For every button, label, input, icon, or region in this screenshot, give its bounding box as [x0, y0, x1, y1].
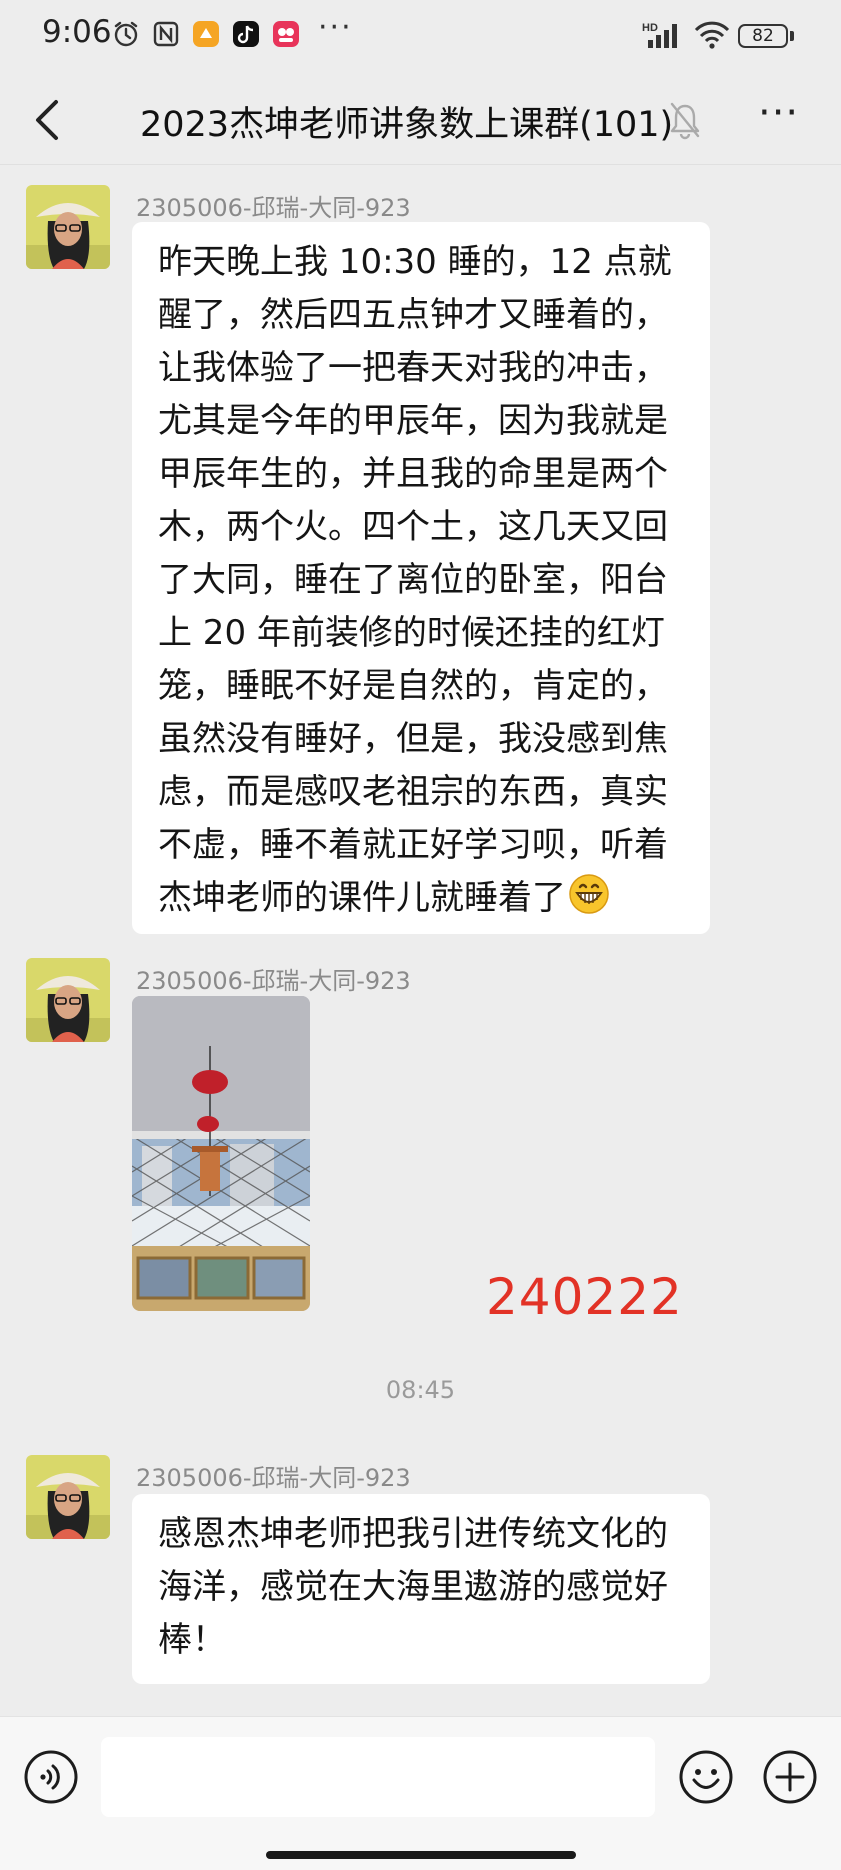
tiktok-icon: [233, 21, 259, 47]
wifi-icon: [694, 21, 730, 49]
avatar[interactable]: [26, 958, 110, 1042]
sender-name: 2305006-邱瑞-大同-923: [136, 967, 411, 995]
status-more: ···: [318, 10, 353, 45]
message-bubble[interactable]: 感恩杰坤老师把我引进传统文化的海洋，感觉在大海里遨游的感觉好棒！: [132, 1494, 710, 1684]
chat-title[interactable]: 2023杰坤老师讲象数上课群(101): [140, 96, 673, 147]
status-time: 9:06: [42, 14, 112, 50]
message-input[interactable]: [101, 1737, 655, 1817]
sender-name: 2305006-邱瑞-大同-923: [136, 194, 411, 222]
sender-name: 2305006-邱瑞-大同-923: [136, 1464, 411, 1492]
header-divider: [0, 164, 841, 165]
message-text: 感恩杰坤老师把我引进传统文化的海洋，感觉在大海里遨游的感觉好棒！: [158, 1514, 668, 1660]
nfc-icon: [153, 21, 179, 47]
bell-muted-icon: [670, 102, 700, 140]
app-icon-red: [273, 21, 299, 47]
photo-message[interactable]: [132, 996, 310, 1311]
avatar[interactable]: [26, 1455, 110, 1539]
app-icon-orange: [193, 21, 219, 47]
battery-icon: 82: [738, 24, 788, 48]
signal-icon: HD: [642, 22, 677, 48]
chat-header: 2023杰坤老师讲象数上课群(101) ···: [0, 76, 841, 166]
home-indicator[interactable]: [266, 1851, 576, 1859]
message-text: 昨天晚上我 10:30 睡的，12 点就醒了，然后四五点钟才又睡着的，让我体验了…: [158, 242, 672, 918]
alarm-icon: [114, 21, 138, 47]
avatar[interactable]: [26, 185, 110, 269]
date-stamp: 240222: [486, 1268, 683, 1326]
more-icon[interactable]: ···: [758, 90, 799, 136]
grinning-face-icon: [569, 874, 609, 914]
message-bubble[interactable]: 昨天晚上我 10:30 睡的，12 点就醒了，然后四五点钟才又睡着的，让我体验了…: [132, 222, 710, 934]
plus-icon[interactable]: [762, 1749, 818, 1805]
voice-icon[interactable]: [23, 1749, 79, 1805]
battery-nub: [790, 31, 794, 41]
battery-level: 82: [752, 26, 774, 46]
chat-timestamp: 08:45: [385, 1376, 456, 1404]
status-bar: 9:06 ··· HD 82: [0, 0, 841, 76]
input-bar: [0, 1716, 841, 1870]
network-label: HD: [642, 22, 658, 34]
back-arrow-icon[interactable]: [28, 96, 68, 144]
emoji-icon[interactable]: [678, 1749, 734, 1805]
